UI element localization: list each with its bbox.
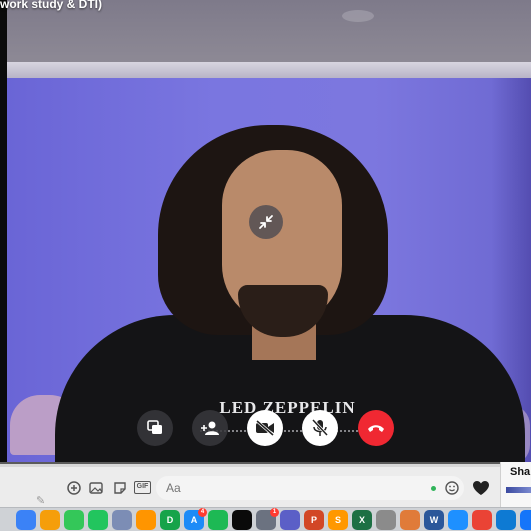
collapse-video-button[interactable] (249, 205, 283, 239)
word-glyph: W (429, 515, 439, 525)
ceiling-light (342, 10, 374, 22)
sublime-glyph: S (334, 515, 341, 525)
finder-icon[interactable] (16, 510, 36, 530)
numbers-glyph: D (166, 515, 174, 525)
toggle-mic-button[interactable] (302, 410, 338, 446)
word-icon[interactable]: W (424, 510, 444, 530)
sublime-icon[interactable]: S (328, 510, 348, 530)
chrome-icon[interactable] (472, 510, 492, 530)
safari-icon[interactable] (448, 510, 468, 530)
add-person-button[interactable] (192, 410, 228, 446)
smiley-icon (445, 481, 459, 495)
books-icon[interactable] (136, 510, 156, 530)
call-title: work study & DTI) (0, 0, 103, 11)
notification-badge: 1 (270, 508, 279, 517)
online-status-dot (431, 486, 436, 491)
gif-button[interactable]: GIF (134, 481, 151, 494)
excel-glyph: X (358, 515, 365, 525)
database-icon[interactable] (376, 510, 396, 530)
collapse-arrows-icon (259, 215, 273, 229)
app-store-glyph: A (190, 515, 198, 525)
window-divider (0, 462, 531, 464)
side-panel-thumbnail[interactable] (506, 487, 531, 493)
left-window-edge (0, 0, 7, 468)
call-controls (0, 410, 531, 446)
message-input[interactable] (156, 476, 464, 500)
add-attachment-button[interactable] (66, 480, 82, 496)
photo-button[interactable] (88, 480, 104, 496)
mic-off-icon (311, 418, 329, 437)
image-icon (89, 482, 103, 494)
system-preferences-icon[interactable]: 1 (256, 508, 279, 530)
app-store-icon[interactable]: A4 (184, 508, 207, 530)
preview-icon[interactable] (112, 510, 132, 530)
end-call-button[interactable] (358, 410, 394, 446)
faded-pen-icon: ✎ (36, 495, 46, 507)
photos-icon[interactable] (40, 510, 60, 530)
messages-icon[interactable] (64, 510, 84, 530)
facetime-icon[interactable] (88, 510, 108, 530)
excel-icon[interactable]: X (352, 510, 372, 530)
share-screen-icon (147, 420, 162, 434)
camera-off-icon (256, 419, 274, 437)
heart-icon (473, 481, 489, 495)
powerpoint-icon[interactable]: P (304, 510, 324, 530)
vscode-icon[interactable] (496, 510, 516, 530)
xcode-icon[interactable] (520, 510, 531, 530)
powerpoint-glyph: P (310, 515, 317, 525)
plus-circle-icon (67, 481, 81, 495)
spotify-icon[interactable] (208, 510, 228, 530)
share-screen-button[interactable] (137, 410, 173, 446)
hang-up-icon (368, 425, 384, 432)
add-person-icon (201, 421, 219, 435)
message-composer: GIF (0, 462, 531, 508)
teams-icon[interactable] (280, 510, 300, 530)
activity-icon[interactable] (232, 510, 252, 530)
notification-badge: 4 (198, 508, 207, 517)
migration-icon[interactable] (400, 510, 420, 530)
dock: D A4 1 P S X W (0, 507, 531, 531)
video-call-window: LED ZEPPELIN work study & DTI) GIF Aa ✎ … (0, 0, 531, 531)
side-panel-label: Sha (510, 466, 531, 478)
emoji-button[interactable] (444, 480, 460, 496)
sticker-button[interactable] (112, 480, 128, 496)
wall-cornice (7, 62, 531, 78)
toggle-camera-button[interactable] (247, 410, 283, 446)
like-heart-button[interactable] (471, 478, 491, 498)
sticker-icon (114, 482, 126, 494)
numbers-icon[interactable]: D (160, 510, 180, 530)
